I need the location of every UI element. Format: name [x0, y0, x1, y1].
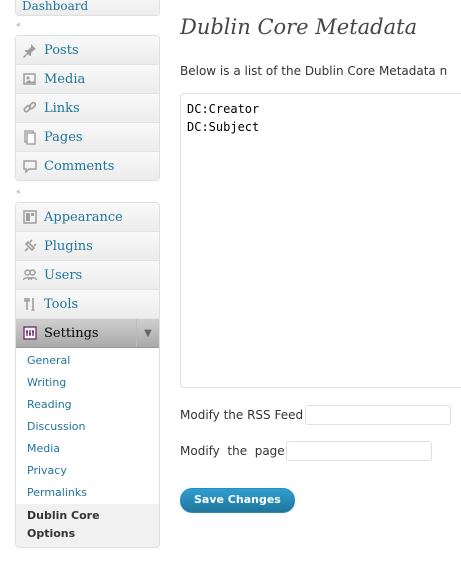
comment-icon [22, 158, 38, 174]
menu-item-label: Comments [44, 158, 115, 174]
settings-submenu: General Writing Reading Discussion Media… [16, 348, 159, 547]
menu-item-label: Links [44, 100, 80, 116]
menu-item-dashboard-label: Dashboard [22, 0, 89, 13]
submenu-item-writing[interactable]: Writing [16, 372, 159, 394]
chevron-down-icon[interactable]: ▼ [136, 319, 159, 347]
page-description: Below is a list of the Dublin Core Metad… [180, 64, 448, 78]
menu-item-comments[interactable]: Comments [16, 152, 159, 180]
menu-item-dashboard[interactable]: Dashboard [16, 0, 159, 15]
link-icon [22, 100, 38, 116]
menu-item-label: Media [44, 71, 86, 87]
page-input[interactable] [285, 441, 432, 461]
menu-item-users[interactable]: Users [16, 261, 159, 290]
collapse-arrow-icon: « [16, 187, 21, 196]
menu-item-tools[interactable]: Tools [16, 290, 159, 319]
collapse-arrow-icon: « [16, 20, 21, 29]
plugin-icon [22, 238, 38, 254]
pages-icon [22, 129, 38, 145]
page-label: Modify the page [180, 444, 285, 458]
menu-item-label: Tools [44, 296, 79, 312]
submenu-item-privacy[interactable]: Privacy [16, 460, 159, 482]
submenu-item-permalinks[interactable]: Permalinks [16, 482, 159, 504]
metadata-textarea[interactable]: DC:Creator DC:Subject [180, 93, 461, 388]
media-icon [22, 71, 38, 87]
menu-item-label: Users [44, 267, 83, 283]
submenu-item-discussion[interactable]: Discussion [16, 416, 159, 438]
menu-item-label: Settings [44, 325, 99, 341]
menu-group-content: Posts Media Links Pages Comments [15, 35, 160, 181]
menu-item-label: Pages [44, 129, 83, 145]
menu-item-posts[interactable]: Posts [16, 36, 159, 65]
menu-group-admin: Appearance Plugins Users Tools Settings … [15, 202, 160, 548]
submenu-item-general[interactable]: General [16, 350, 159, 372]
menu-item-links[interactable]: Links [16, 94, 159, 123]
save-changes-button[interactable]: Save Changes [180, 488, 295, 513]
submenu-item-reading[interactable]: Reading [16, 394, 159, 416]
menu-item-pages[interactable]: Pages [16, 123, 159, 152]
dashboard-menu-group: Dashboard [15, 0, 160, 16]
appearance-icon [22, 209, 38, 225]
rss-feed-input[interactable] [305, 405, 452, 425]
menu-item-label: Plugins [44, 238, 93, 254]
menu-item-media[interactable]: Media [16, 65, 159, 94]
users-icon [22, 267, 38, 283]
menu-item-plugins[interactable]: Plugins [16, 232, 159, 261]
menu-item-appearance[interactable]: Appearance [16, 203, 159, 232]
page-title: Dublin Core Metadata [180, 15, 418, 39]
submenu-item-media[interactable]: Media [16, 438, 159, 460]
rss-feed-row: Modify the RSS Feed [180, 405, 452, 425]
tools-icon [22, 296, 38, 312]
submenu-item-dublin-core-options[interactable]: Dublin Core Options [16, 504, 159, 547]
main-content: Dublin Core Metadata Below is a list of … [180, 0, 461, 568]
menu-item-label: Posts [44, 42, 79, 58]
settings-icon [22, 325, 38, 341]
menu-item-label: Appearance [44, 209, 123, 225]
pushpin-icon [22, 42, 38, 58]
menu-item-settings[interactable]: Settings ▼ [16, 319, 159, 348]
page-row: Modify the page [180, 441, 432, 461]
rss-feed-label: Modify the RSS Feed [180, 408, 304, 422]
